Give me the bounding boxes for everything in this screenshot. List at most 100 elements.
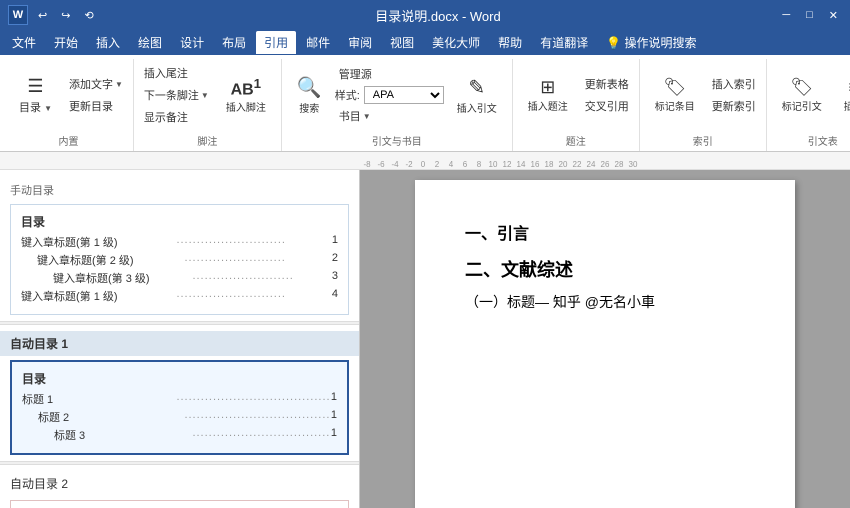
menu-draw[interactable]: 绘图 bbox=[130, 31, 170, 54]
toc-entry-text: 键入章标题(第 2 级) bbox=[37, 252, 184, 268]
auto-toc-1-card[interactable]: 目录 标题 1 ................................… bbox=[10, 360, 349, 455]
menu-insert[interactable]: 插入 bbox=[88, 31, 128, 54]
menu-translate[interactable]: 有道翻译 bbox=[532, 31, 596, 54]
menu-layout[interactable]: 布局 bbox=[214, 31, 254, 54]
document-area[interactable]: 一、引言 二、文献综述 （一）标题— 知乎 @无名小車 bbox=[360, 170, 850, 508]
menu-review[interactable]: 审阅 bbox=[340, 31, 380, 54]
ribbon-group-caption: ⊞ 插入题注 更新表格 交叉引用 题注 bbox=[513, 59, 640, 151]
mark-citation-label: 标记引文 bbox=[782, 98, 822, 113]
insert-citation-icon: ✎ bbox=[468, 75, 485, 100]
add-text-btn[interactable]: 添加文字 ▼ bbox=[65, 74, 127, 94]
menu-references[interactable]: 引用 bbox=[256, 31, 296, 54]
toc-entry-dots: ......................... bbox=[192, 270, 331, 286]
caption-icon: ⊞ bbox=[540, 77, 555, 98]
insert-citation-table-label: 插入 bbox=[844, 98, 850, 113]
toc-dropdown-panel[interactable]: 手动目录 目录 键入章标题(第 1 级) ...................… bbox=[0, 170, 360, 508]
index-col: 插入索引 更新索引 bbox=[708, 74, 760, 116]
insert-index-btn[interactable]: 插入索引 bbox=[708, 74, 760, 94]
mark-citation-btn[interactable]: 🏷 标记引文 bbox=[773, 65, 831, 125]
insert-caption-btn[interactable]: ⊞ 插入题注 bbox=[519, 65, 577, 125]
ribbon: ☰ 目录 ▼ 添加文字 ▼ 更新目录 内置 插入尾注 下一条脚注 ▼ 显示备注 … bbox=[0, 55, 850, 152]
ruler-tick: 28 bbox=[612, 160, 626, 169]
ribbon-group-toc-content: ☰ 目录 ▼ 添加文字 ▼ 更新目录 bbox=[10, 59, 127, 131]
insert-endnote-btn[interactable]: 插入尾注 bbox=[140, 63, 213, 83]
autosave-btn[interactable]: ⟲ bbox=[80, 7, 97, 24]
ruler-tick: 20 bbox=[556, 160, 570, 169]
menu-beautify[interactable]: 美化大师 bbox=[424, 31, 488, 54]
footnote-col: 插入尾注 下一条脚注 ▼ 显示备注 bbox=[140, 63, 213, 127]
ruler-bar: -8 -6 -4 -2 0 2 4 6 8 10 12 14 16 18 20 … bbox=[0, 152, 850, 170]
section-divider-2 bbox=[0, 461, 359, 465]
ruler-ticks: -8 -6 -4 -2 0 2 4 6 8 10 12 14 16 18 20 … bbox=[360, 153, 640, 169]
minimize-btn[interactable]: ─ bbox=[778, 7, 794, 23]
menu-mail[interactable]: 邮件 bbox=[298, 31, 338, 54]
ruler-tick: -4 bbox=[388, 160, 402, 169]
ruler-tick: 18 bbox=[542, 160, 556, 169]
menu-view[interactable]: 视图 bbox=[382, 31, 422, 54]
document-page: 一、引言 二、文献综述 （一）标题— 知乎 @无名小車 bbox=[415, 180, 795, 508]
manual-toc-card[interactable]: 目录 键入章标题(第 1 级) ........................… bbox=[10, 204, 349, 315]
ribbon-group-citation: 🔍 搜索 管理源 样式: APA MLA Chicago 书目 ▼ ✎ 插入引文 bbox=[282, 59, 513, 151]
manual-toc-title: 目录 bbox=[21, 213, 338, 230]
ruler-tick: 16 bbox=[528, 160, 542, 169]
toc-entry-text: 标题 2 bbox=[38, 409, 184, 425]
insert-citation-btn[interactable]: ✎ 插入引文 bbox=[448, 65, 506, 125]
toc-entry: 标题 3 ...................................… bbox=[22, 427, 337, 443]
toc-entry-page: 1 bbox=[331, 391, 337, 407]
toc-group-label: 内置 bbox=[58, 131, 78, 151]
search-icon: 🔍 bbox=[297, 75, 322, 100]
redo-btn[interactable]: ↪ bbox=[57, 7, 74, 24]
ruler-tick: 26 bbox=[598, 160, 612, 169]
auto-toc-2-card[interactable]: 目录 标题 1 ................................… bbox=[10, 500, 349, 508]
ruler-tick: 0 bbox=[416, 160, 430, 169]
mark-entry-btn[interactable]: 🏷 标记条目 bbox=[646, 65, 704, 125]
toc-entry-page: 1 bbox=[331, 409, 337, 425]
ribbon-group-footnote: 插入尾注 下一条脚注 ▼ 显示备注 AB1 插入脚注 脚注 bbox=[134, 59, 282, 151]
main-area: 手动目录 目录 键入章标题(第 1 级) ...................… bbox=[0, 170, 850, 508]
manage-source-btn[interactable]: 管理源 bbox=[335, 64, 444, 84]
toc-entry-dots: ........................................… bbox=[192, 427, 330, 443]
maximize-btn[interactable]: □ bbox=[802, 7, 817, 23]
search-label: 搜索 bbox=[299, 100, 319, 115]
update-toc-btn[interactable]: 更新目录 bbox=[65, 96, 127, 116]
menu-search[interactable]: 💡 操作说明搜索 bbox=[598, 31, 704, 54]
insert-citation-table-btn[interactable]: ≡ 插入 bbox=[835, 65, 850, 125]
toc-icon: ☰ bbox=[27, 76, 43, 97]
footnote-row: 下一条脚注 ▼ bbox=[140, 85, 213, 105]
citation-group-label: 引文与书目 bbox=[372, 131, 422, 151]
citation-table-group-label: 引文表 bbox=[808, 131, 838, 151]
menu-home[interactable]: 开始 bbox=[46, 31, 86, 54]
auto-toc-1-label[interactable]: 自动目录 1 bbox=[0, 331, 359, 356]
update-index-btn[interactable]: 更新索引 bbox=[708, 96, 760, 116]
ruler-tick: 10 bbox=[486, 160, 500, 169]
show-notes-btn[interactable]: 显示备注 bbox=[140, 107, 213, 127]
toc-entry: 标题 1 ...................................… bbox=[22, 391, 337, 407]
bibliography-btn[interactable]: 书目 ▼ bbox=[335, 106, 444, 126]
toc-entry-dots: ........................................… bbox=[176, 391, 330, 407]
toc-entry-dots: ........................................… bbox=[184, 409, 330, 425]
toc-button[interactable]: ☰ 目录 ▼ bbox=[10, 65, 61, 125]
menu-help[interactable]: 帮助 bbox=[490, 31, 530, 54]
section-divider bbox=[0, 321, 359, 325]
menu-file[interactable]: 文件 bbox=[4, 31, 44, 54]
toc-entry-page: 1 bbox=[332, 234, 338, 250]
close-btn[interactable]: ✕ bbox=[825, 7, 842, 24]
mark-entry-label: 标记条目 bbox=[655, 98, 695, 113]
ruler-tick: 24 bbox=[584, 160, 598, 169]
insert-footnote-btn[interactable]: AB1 插入脚注 bbox=[217, 65, 275, 125]
undo-btn[interactable]: ↩ bbox=[34, 7, 51, 24]
search-btn[interactable]: 🔍 搜索 bbox=[288, 65, 331, 125]
doc-heading-2: 二、文献综述 bbox=[465, 256, 745, 282]
ruler-tick: 2 bbox=[430, 160, 444, 169]
style-select[interactable]: APA MLA Chicago bbox=[364, 86, 444, 104]
next-footnote-btn[interactable]: 下一条脚注 ▼ bbox=[140, 85, 213, 105]
update-table-btn[interactable]: 更新表格 bbox=[581, 74, 633, 94]
toc-entry-page: 4 bbox=[332, 288, 338, 304]
manual-toc-label: 手动目录 bbox=[0, 178, 359, 200]
cross-ref-btn[interactable]: 交叉引用 bbox=[581, 96, 633, 116]
toc-entry: 标题 2 ...................................… bbox=[22, 409, 337, 425]
toc-entry: 键入章标题(第 2 级) ......................... 2 bbox=[21, 252, 338, 268]
ruler-tick: -2 bbox=[402, 160, 416, 169]
menu-design[interactable]: 设计 bbox=[172, 31, 212, 54]
auto-toc-2-label[interactable]: 自动目录 2 bbox=[0, 471, 359, 496]
